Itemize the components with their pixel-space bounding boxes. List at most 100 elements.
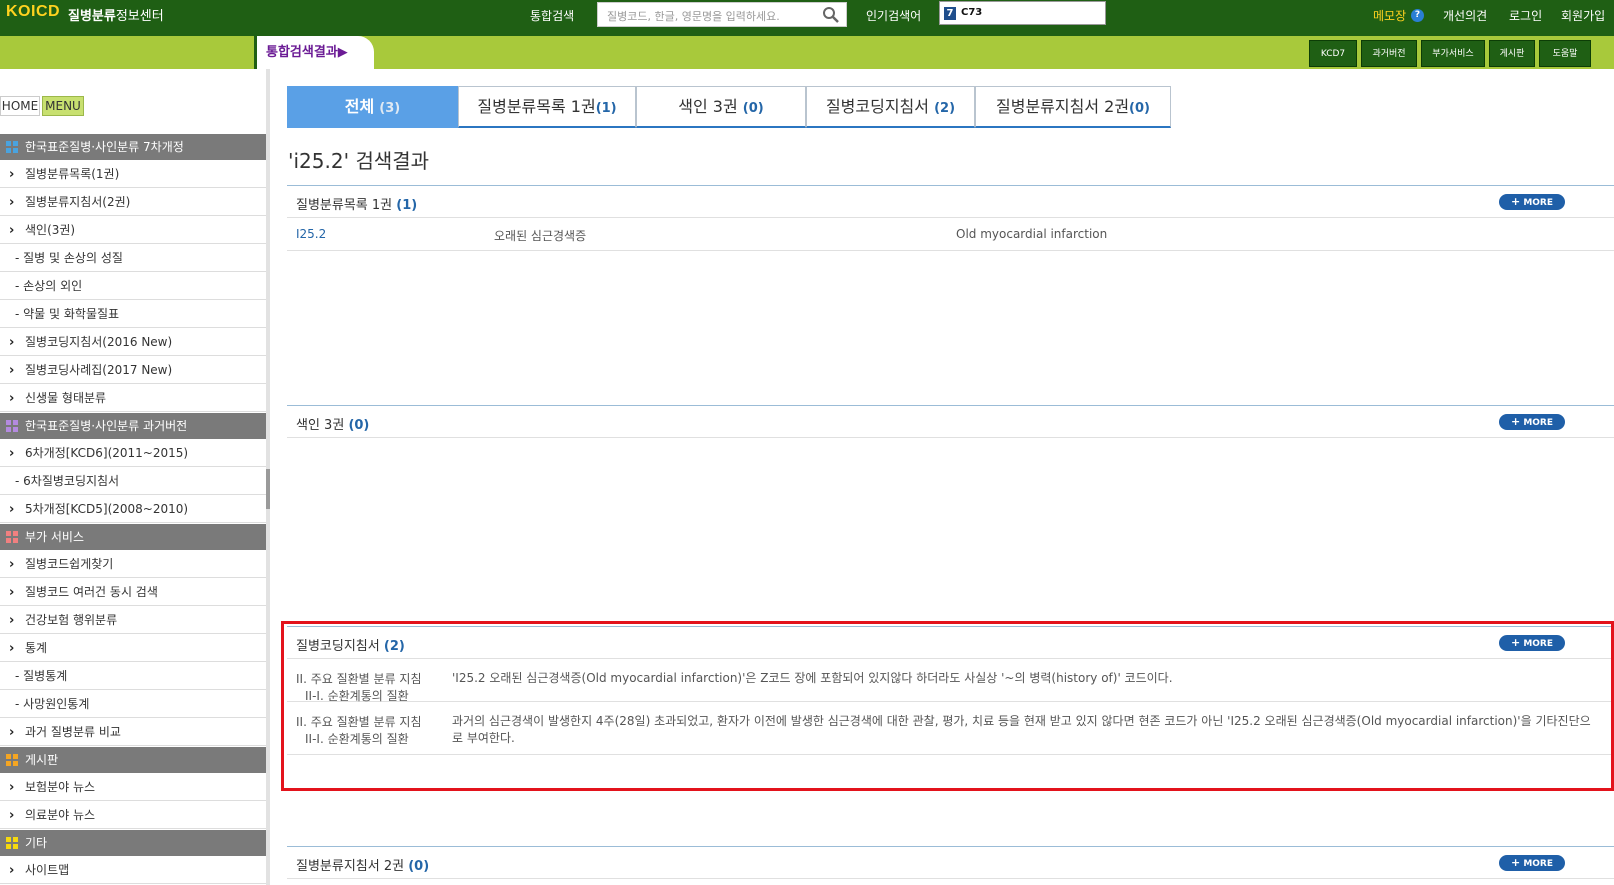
sidebar-item-label: 질병코딩지침서(2016 New) xyxy=(25,335,173,349)
sidebar-subitem[interactable]: - 6차질병코딩지침서 xyxy=(0,468,266,495)
search-icon[interactable] xyxy=(822,6,840,24)
sidebar-item-label: 건강보험 행위분류 xyxy=(25,613,118,627)
disease-name-korean: 오래된 심근경색증 xyxy=(494,229,587,243)
chevron-right-icon: › xyxy=(9,725,15,740)
tab-count: (1) xyxy=(595,101,617,116)
sidebar-item[interactable]: › 질병분류목록(1권) xyxy=(0,161,266,188)
memo-link[interactable]: 메모장 xyxy=(1373,7,1406,24)
sidebar-item[interactable]: › 과거 질병분류 비교 xyxy=(0,719,266,746)
sidebar-subitem[interactable]: - 손상의 외인 xyxy=(0,273,266,300)
search-placeholder: 질병코드, 한글, 영문명을 입력하세요. xyxy=(607,10,780,23)
sidebar-scrollbar-thumb[interactable] xyxy=(266,469,270,509)
tab-index-vol3[interactable]: 색인 3권 (0) xyxy=(636,86,806,128)
result-section-index-vol3: 색인 3권 (0) + MORE xyxy=(287,405,1614,438)
table-row[interactable]: I25.2 오래된 심근경색증 Old myocardial infarctio… xyxy=(287,218,1614,251)
sidebar-item[interactable]: › 사이트맵 xyxy=(0,857,266,884)
sidebar-item-label: 질병분류지침서(2권) xyxy=(25,195,131,209)
section-title: 질병분류목록 1권 (1) xyxy=(296,194,417,213)
sidebar-item[interactable]: › 색인(3권) xyxy=(0,217,266,244)
chevron-right-icon: › xyxy=(9,641,15,656)
sidebar-item[interactable]: › 질병코드쉽게찾기 xyxy=(0,551,266,578)
popular-search-term[interactable]: C73 xyxy=(961,7,982,18)
sidebar-item[interactable]: › 질병코딩지침서(2016 New) xyxy=(0,329,266,356)
sidebar-item-label: 6차개정[KCD6](2011~2015) xyxy=(25,446,189,460)
site-name-rest: 정보센터 xyxy=(115,9,164,24)
chevron-right-icon: › xyxy=(9,446,15,461)
plus-icon: + xyxy=(1510,856,1521,869)
section-count: (0) xyxy=(408,859,430,874)
koicd-logo[interactable]: KOICD xyxy=(6,3,60,21)
result-section-guide-vol2: 질병분류지침서 2권 (0) + MORE xyxy=(287,846,1614,879)
sidebar-item-label: 신생물 형태분류 xyxy=(25,391,107,405)
sidebar-subitem[interactable]: - 질병통계 xyxy=(0,663,266,690)
chevron-right-icon: › xyxy=(9,585,15,600)
disease-code-link[interactable]: I25.2 xyxy=(296,227,326,241)
chevron-right-icon: › xyxy=(9,780,15,795)
sidebar-item[interactable]: › 통계 xyxy=(0,635,266,662)
feedback-link[interactable]: 개선의견 xyxy=(1443,7,1487,24)
more-button[interactable]: + MORE xyxy=(1499,855,1565,871)
sidebar-item-label: 보험분야 뉴스 xyxy=(25,780,96,794)
help-icon[interactable]: ? xyxy=(1411,9,1424,22)
sidebar-item[interactable]: › 질병코딩사례집(2017 New) xyxy=(0,357,266,384)
sidebar-item-label: 의료분야 뉴스 xyxy=(25,808,96,822)
chevron-right-icon: › xyxy=(9,863,15,878)
more-button[interactable]: + MORE xyxy=(1499,194,1565,210)
integrated-search-result-tab[interactable]: 통합검색결과▶ xyxy=(254,36,374,69)
tab-guide-vol2[interactable]: 질병분류지침서 2권(0) xyxy=(975,86,1171,128)
sidebar-item[interactable]: › 6차개정[KCD6](2011~2015) xyxy=(0,440,266,467)
sidebar-section-kcd7[interactable]: 한국표준질병·사인분류 7차개정 xyxy=(0,134,266,160)
tab-label: 질병코딩지침서 xyxy=(825,97,929,116)
more-label: MORE xyxy=(1523,198,1554,208)
extra-service-button[interactable]: 부가서비스 xyxy=(1421,40,1485,67)
tab-all[interactable]: 전체 (3) xyxy=(287,86,458,128)
sidebar-section-extra-services[interactable]: 부가 서비스 xyxy=(0,524,266,550)
signup-link[interactable]: 회원가입 xyxy=(1561,7,1605,24)
popular-search-label: 인기검색어 xyxy=(866,9,922,23)
kcd7-button[interactable]: KCD7 xyxy=(1309,40,1357,67)
plus-icon: + xyxy=(1510,195,1521,208)
sidebar-item[interactable]: › 질병코드 여러건 동시 검색 xyxy=(0,579,266,606)
popular-search-ticker[interactable]: 7 C73 xyxy=(939,1,1106,25)
tab-label: 색인 3권 xyxy=(678,97,738,116)
sidebar-item[interactable]: › 신생물 형태분류 xyxy=(0,385,266,412)
section-title: 색인 3권 (0) xyxy=(296,414,369,433)
chevron-right-icon: › xyxy=(9,223,15,238)
menu-button[interactable]: MENU xyxy=(42,96,84,116)
sidebar-section-etc[interactable]: 기타 xyxy=(0,830,266,856)
highlight-box xyxy=(281,621,1614,791)
tab-count: (0) xyxy=(742,101,764,116)
tab-count: (3) xyxy=(379,101,401,116)
sidebar-subitem[interactable]: - 약물 및 화학물질표 xyxy=(0,301,266,328)
sidebar-item[interactable]: › 건강보험 행위분류 xyxy=(0,607,266,634)
section-header: 질병분류목록 1권 (1) + MORE xyxy=(287,185,1614,218)
tab-list-vol1[interactable]: 질병분류목록 1권(1) xyxy=(458,86,636,128)
section-title-text: 질병분류목록 1권 xyxy=(296,198,393,213)
chevron-right-icon: › xyxy=(9,613,15,628)
integrated-search-result-label: 통합검색결과▶ xyxy=(266,45,348,60)
tab-coding-guide[interactable]: 질병코딩지침서 (2) xyxy=(806,86,975,128)
sidebar-subitem[interactable]: - 질병 및 손상의 성질 xyxy=(0,245,266,272)
sidebar-item[interactable]: › 보험분야 뉴스 xyxy=(0,774,266,801)
tab-count: (0) xyxy=(1129,101,1150,116)
search-input[interactable]: 질병코드, 한글, 영문명을 입력하세요. xyxy=(597,2,847,27)
site-name[interactable]: 질병분류정보센터 xyxy=(68,5,164,24)
section-title-text: 색인 3권 xyxy=(296,418,345,433)
board-button[interactable]: 게시판 xyxy=(1489,40,1535,67)
sidebar-item-label: 통계 xyxy=(25,641,48,655)
sidebar-section-past-versions[interactable]: 한국표준질병·사인분류 과거버전 xyxy=(0,413,266,439)
sidebar-item[interactable]: › 5차개정[KCD5](2008~2010) xyxy=(0,496,266,523)
tab-label: 질병분류지침서 2권 xyxy=(996,97,1130,116)
sidebar-item[interactable]: › 의료분야 뉴스 xyxy=(0,802,266,829)
chevron-right-icon: › xyxy=(9,363,15,378)
sidebar-section-board[interactable]: 게시판 xyxy=(0,747,266,773)
disease-name-english: Old myocardial infarction xyxy=(956,227,1108,241)
home-button[interactable]: HOME xyxy=(0,96,40,116)
help-button[interactable]: 도움말 xyxy=(1539,40,1591,67)
sidebar-subitem[interactable]: - 사망원인통계 xyxy=(0,691,266,718)
login-link[interactable]: 로그인 xyxy=(1509,7,1542,24)
past-version-button[interactable]: 과거버전 xyxy=(1361,40,1417,67)
grid-icon xyxy=(6,420,18,432)
more-button[interactable]: + MORE xyxy=(1499,414,1565,430)
sidebar-item[interactable]: › 질병분류지침서(2권) xyxy=(0,189,266,216)
